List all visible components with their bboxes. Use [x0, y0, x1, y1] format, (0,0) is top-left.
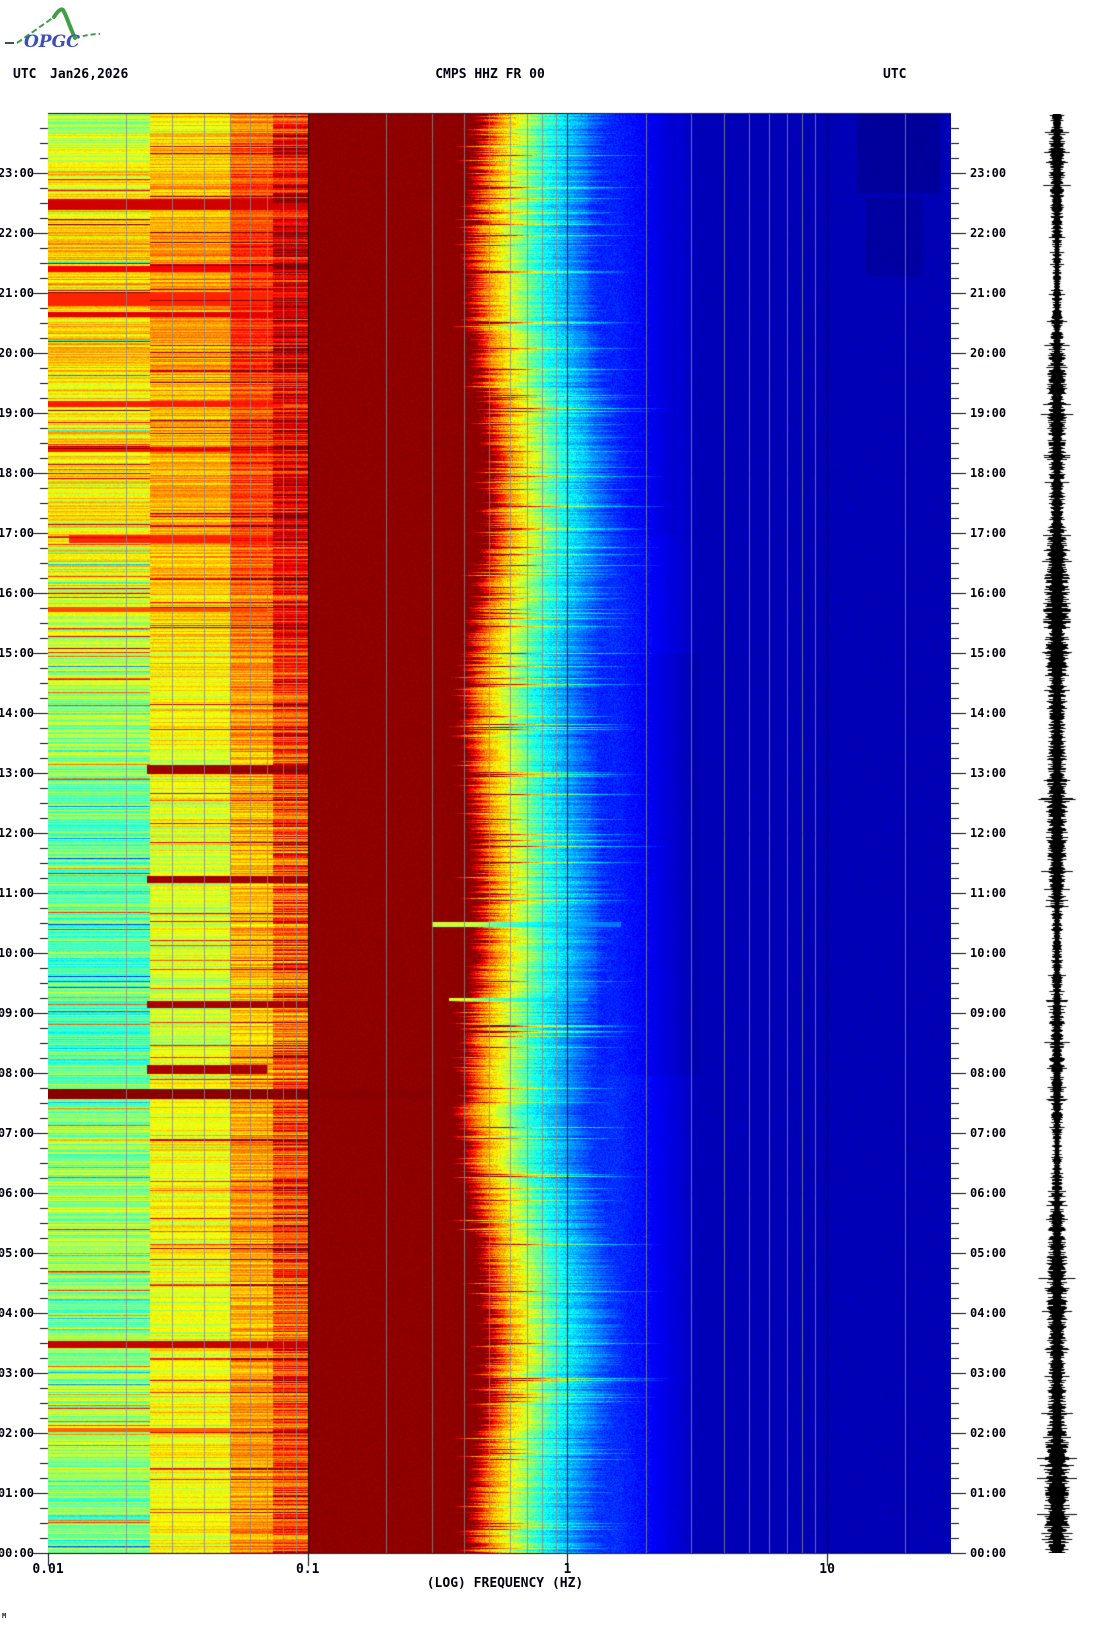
- left-time-label: 22:00: [0, 226, 34, 240]
- page-title: CMPS HHZ FR 00: [435, 67, 545, 82]
- right-time-label: 17:00: [970, 526, 1007, 540]
- right-time-label: 00:00: [970, 1546, 1007, 1560]
- spectrogram-page: { "header": { "utc_left": "UTC", "date":…: [0, 0, 1102, 1634]
- left-time-label: 23:00: [0, 166, 34, 180]
- left-time-label: 06:00: [0, 1186, 34, 1200]
- left-time-label: 08:00: [0, 1066, 34, 1080]
- utc-label-right: UTC: [883, 67, 907, 82]
- waveform-canvas: [1012, 114, 1102, 1553]
- left-time-label: 20:00: [0, 346, 34, 360]
- right-time-label: 01:00: [970, 1486, 1007, 1500]
- right-time-label: 22:00: [970, 226, 1007, 240]
- right-time-label: 14:00: [970, 706, 1007, 720]
- date-label: Jan26,2026: [50, 67, 129, 82]
- right-time-label: 02:00: [970, 1426, 1007, 1440]
- x-tick-label: 0.1: [295, 1562, 320, 1577]
- left-time-label: 00:00: [0, 1546, 34, 1560]
- right-time-label: 10:00: [970, 946, 1007, 960]
- utc-label-left: UTC: [13, 67, 37, 82]
- logo-text: OPGC: [24, 32, 80, 52]
- left-time-label: 12:00: [0, 826, 34, 840]
- left-time-label: 16:00: [0, 586, 34, 600]
- footer-mark: M: [2, 1612, 7, 1620]
- left-time-label: 21:00: [0, 286, 34, 300]
- right-time-label: 05:00: [970, 1246, 1007, 1260]
- right-time-label: 19:00: [970, 406, 1007, 420]
- opgc-logo: OPGC: [5, 7, 101, 52]
- left-time-label: 14:00: [0, 706, 34, 720]
- left-time-label: 15:00: [0, 646, 34, 660]
- right-time-label: 08:00: [970, 1066, 1007, 1080]
- right-time-label: 07:00: [970, 1126, 1007, 1140]
- right-time-label: 20:00: [970, 346, 1007, 360]
- right-time-label: 16:00: [970, 586, 1007, 600]
- right-time-label: 03:00: [970, 1366, 1007, 1380]
- left-time-label: 11:00: [0, 886, 34, 900]
- x-tick-label: 10: [819, 1562, 835, 1577]
- left-time-label: 18:00: [0, 466, 34, 480]
- spectrogram-canvas: [48, 114, 951, 1553]
- right-time-label: 11:00: [970, 886, 1007, 900]
- x-tick-label: 0.01: [32, 1562, 64, 1577]
- right-time-label: 06:00: [970, 1186, 1007, 1200]
- left-time-label: 13:00: [0, 766, 34, 780]
- right-time-label: 04:00: [970, 1306, 1007, 1320]
- left-time-label: 19:00: [0, 406, 34, 420]
- x-tick-label: 1: [563, 1562, 572, 1577]
- right-time-label: 23:00: [970, 166, 1007, 180]
- right-time-label: 13:00: [970, 766, 1007, 780]
- left-time-label: 03:00: [0, 1366, 34, 1380]
- left-time-label: 07:00: [0, 1126, 34, 1140]
- right-time-label: 18:00: [970, 466, 1007, 480]
- right-time-label: 09:00: [970, 1006, 1007, 1020]
- left-time-label: 17:00: [0, 526, 34, 540]
- left-time-label: 01:00: [0, 1486, 34, 1500]
- right-time-label: 12:00: [970, 826, 1007, 840]
- left-time-label: 10:00: [0, 946, 34, 960]
- right-time-label: 21:00: [970, 286, 1007, 300]
- left-time-label: 04:00: [0, 1306, 34, 1320]
- left-time-label: 02:00: [0, 1426, 34, 1440]
- right-time-label: 15:00: [970, 646, 1007, 660]
- left-time-label: 09:00: [0, 1006, 34, 1020]
- x-axis-label: (LOG) FREQUENCY (HZ): [426, 1576, 584, 1591]
- left-time-label: 05:00: [0, 1246, 34, 1260]
